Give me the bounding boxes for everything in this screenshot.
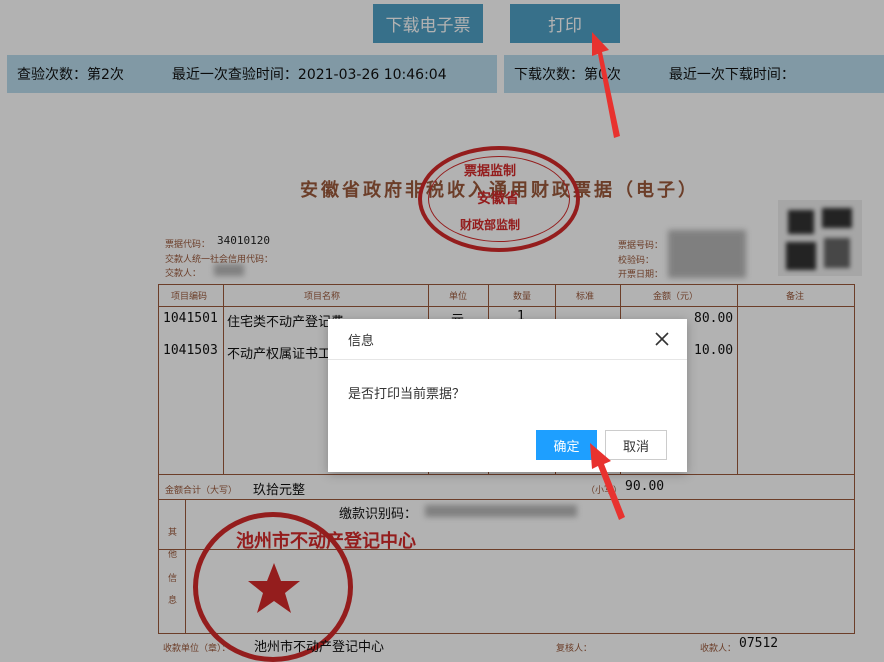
arrow-to-print-icon <box>592 32 620 138</box>
arrow-to-confirm-icon <box>590 443 625 520</box>
annotation-arrows <box>590 32 625 520</box>
